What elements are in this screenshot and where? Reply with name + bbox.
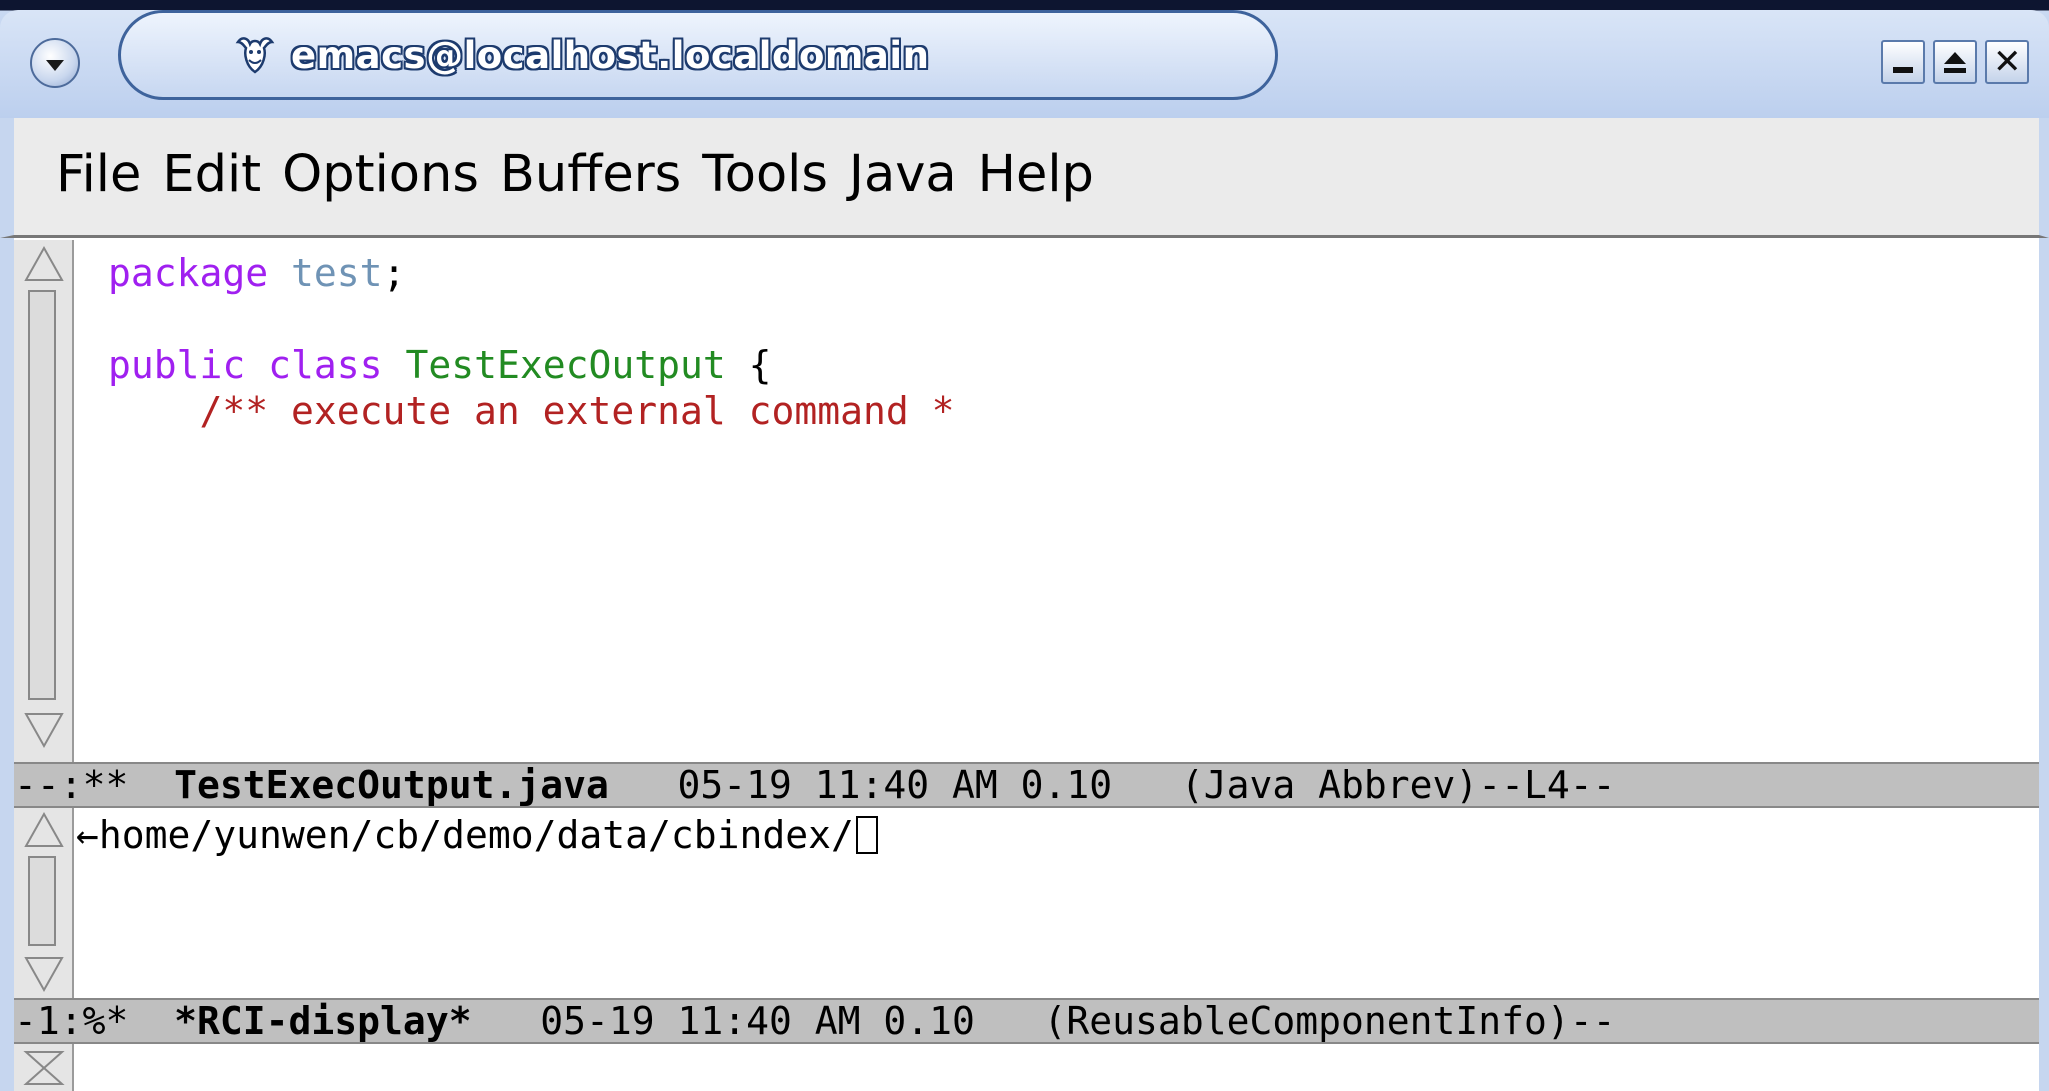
package-name: test [291,251,383,295]
window-right-border [2039,238,2049,1091]
modeline-time: 05-19 11:40 AM 0.10 [540,999,975,1043]
scroll-down-arrow-icon[interactable] [22,954,66,994]
menu-bar: File Edit Options Buffers Tools Java Hel… [0,118,2049,238]
menu-java[interactable]: Java [849,140,957,210]
window-controls: ✕ [1881,40,2029,84]
modeline-status: --:** [14,763,129,807]
path-line[interactable]: ←home/yunwen/cb/demo/data/cbindex/ [76,812,878,858]
code-line-1[interactable]: package test; [108,250,405,296]
scrollbar-bottom-window[interactable] [14,808,74,998]
keyword-package: package [108,251,269,295]
minimize-icon [1893,67,1913,73]
modeline-buffer-name: *RCI-display* [174,999,472,1043]
menu-edit[interactable]: Edit [162,140,261,210]
comment-text: /** execute an external command * [199,389,955,433]
modeline-mode: (ReusableComponentInfo)-- [1043,999,1616,1043]
class-name: TestExecOutput [405,343,726,387]
menu-options[interactable]: Options [282,140,479,210]
window-title: emacs@localhost.localdomain [291,33,930,77]
scroll-down-arrow-icon[interactable] [22,710,66,750]
back-arrow-icon: ← [76,813,99,857]
chevron-down-icon [46,59,64,71]
close-button[interactable]: ✕ [1985,40,2029,84]
window-left-border [0,238,14,1091]
menu-buffers[interactable]: Buffers [500,140,681,210]
scroll-both-arrow-icon[interactable] [22,1048,66,1088]
menu-file[interactable]: File [56,140,141,210]
scrollbar-thumb[interactable] [28,290,56,700]
path-text: home/yunwen/cb/demo/data/cbindex/ [98,813,854,857]
mode-line-bottom[interactable]: -1:%* *RCI-display* 05-19 11:40 AM 0.10 … [14,998,2039,1044]
scrollbar-top-window[interactable] [14,240,74,762]
code-line-3[interactable]: /** execute an external command * [108,388,955,434]
close-icon: ✕ [1993,42,2022,82]
code-line-2[interactable]: public class TestExecOutput { [108,342,772,388]
scroll-up-arrow-icon[interactable] [22,810,66,850]
scrollbar-minibuffer[interactable] [14,1044,74,1091]
gnu-icon [231,31,279,79]
maximize-icon-base [1944,68,1966,73]
maximize-icon [1944,52,1966,64]
window-menu-button[interactable] [30,38,80,88]
title-pill[interactable]: emacs@localhost.localdomain [118,10,1278,100]
text-cursor [855,816,878,854]
semicolon: ; [382,251,406,295]
modeline-time: 05-19 11:40 AM 0.10 [677,763,1113,807]
maximize-button[interactable] [1933,40,1977,84]
scroll-up-arrow-icon[interactable] [22,244,66,284]
menu-tools[interactable]: Tools [702,140,828,210]
keyword-public: public [108,343,246,387]
title-bar: emacs@localhost.localdomain ✕ [0,0,2049,118]
mode-line-top[interactable]: --:** TestExecOutput.java 05-19 11:40 AM… [14,762,2039,808]
open-brace: { [748,343,772,387]
modeline-status: -1:%* [14,999,129,1043]
minimize-button[interactable] [1881,40,1925,84]
keyword-class: class [268,343,383,387]
menu-items: File Edit Options Buffers Tools Java Hel… [56,140,1115,210]
modeline-mode: (Java Abbrev)--L4-- [1180,763,1616,807]
scrollbar-thumb[interactable] [28,856,56,946]
modeline-buffer-name: TestExecOutput.java [174,763,609,807]
menu-help[interactable]: Help [978,140,1094,210]
emacs-window: emacs@localhost.localdomain ✕ File Edit … [0,0,2049,1091]
